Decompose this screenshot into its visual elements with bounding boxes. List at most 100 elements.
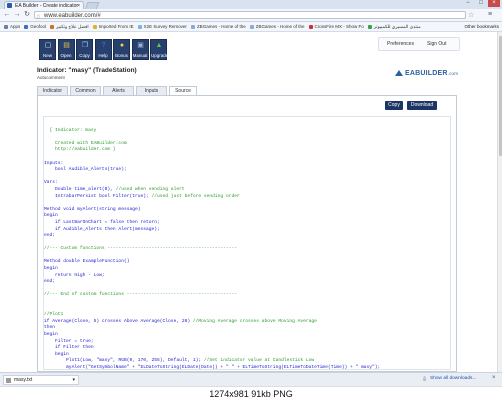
browser-tab[interactable]: EA Builder - Create indicator × [4,1,84,9]
bookmark-item[interactable]: منتدى المسيري للكمبيوتر [367,22,421,31]
code-line: Vars: [44,180,58,186]
bookmark-icon [24,24,29,29]
download-shelf: masy.txt ▾ ⇩ Show all downloads... × [0,372,502,386]
code-line: { Indicator: masy [44,127,97,133]
menu-icon[interactable]: ≡ [488,11,492,18]
preferences-link[interactable]: Preferences [387,41,414,47]
code-line: Double time_alert(0), //used when sendin… [44,187,450,194]
toolbar-button-label: Open [60,53,72,58]
help-button[interactable]: ? Help [94,39,112,60]
download-button[interactable]: Download [407,101,437,110]
close-tab-icon[interactable]: × [77,2,80,9]
code-line: bool Audible_Alerts(true); [44,167,127,173]
copy-button[interactable]: Copy [385,101,403,110]
bulb-icon: ● [119,42,125,49]
bookmark-label: X2E Survey Remover [143,24,187,29]
source-panel: Copy Download { Indicator: masy Created … [37,95,457,372]
tab-alerts[interactable]: Alerts [103,86,134,95]
bonus-button[interactable]: ● Bonus [113,39,130,60]
open-button[interactable]: ▤ Open [57,39,75,60]
code-line: then [44,325,56,331]
chevron-down-icon[interactable]: ▾ [72,376,75,385]
bookmark-icon [190,24,195,29]
bookmark-star-icon[interactable]: ☆ [468,11,474,19]
code-comment: //used just before sending order [151,193,240,199]
bookmark-icon [92,24,97,29]
code-line: return High - Low; [44,272,105,278]
page-scrollbar[interactable] [497,32,502,372]
image-caption: 1274x981 91kb PNG [0,386,502,401]
forward-icon[interactable]: → [13,11,21,19]
code-line: myAlert("GetSymbolName" + "ELDateToStrin… [44,364,381,370]
account-box: Preferences Sign Out [378,37,460,51]
code-comment: //Set indicator value at Candlestick Low [203,358,315,364]
downloads-icon: ⇩ [422,377,428,383]
bookmark-label: افضل علاج وتكبير [56,24,89,29]
new-file-icon: ▢ [44,42,52,49]
close-window-button[interactable]: × [488,0,500,7]
code-statement: Double time_alert(0), [44,186,116,192]
bookmark-label: Geofool [30,24,47,29]
bookmark-item[interactable]: Geofool [24,22,46,31]
eabuilder-logo: EABUILDER.com [395,70,458,77]
code-line: Plot1(Low, "masy", RGB(0, 170, 255), Def… [44,358,450,365]
upgrade-button[interactable]: ▲ Upgrade [150,39,169,60]
bookmark-icon [367,24,372,29]
book-icon: ▣ [137,42,144,49]
bookmark-icon [249,24,254,29]
code-statement: Plot1(Low, "masy", RGB(0, 170, 255), Def… [44,358,204,364]
reload-icon[interactable]: ↻ [23,11,31,19]
code-line: begin [44,213,58,219]
code-line: http://eabuilder.com } [44,147,116,153]
maximize-button[interactable]: □ [475,0,487,7]
download-filename: masy.txt [14,377,33,383]
back-icon[interactable]: ← [3,11,11,19]
bookmark-item[interactable]: Apps [4,22,20,31]
bookmark-item[interactable]: ZBGames - Home of the [190,22,246,31]
manual-button[interactable]: ▣ Manual [131,39,149,60]
brand-suffix: .com [447,71,459,76]
toolbar-button-label: Upgrade [151,53,169,58]
tab-inputs[interactable]: Inputs [136,86,167,95]
bookmark-label: Imported From IE [98,24,134,29]
tab-indicator[interactable]: Indicator [37,86,68,95]
sign-out-link[interactable]: Sign Out [427,41,446,47]
bookmark-item[interactable]: X2E Survey Remover [137,22,187,31]
toolbar-button-label: New [42,53,52,58]
toolbar-button-label: Bonus [115,53,128,58]
bookmark-icon [137,24,142,29]
browser-window: EA Builder - Create indicator × − □ × ← … [0,0,502,386]
other-bookmarks[interactable]: Other bookmarks [464,22,499,31]
download-item[interactable]: masy.txt ▾ [3,375,79,385]
bookmark-item[interactable]: ZBGames - Home of the [249,22,305,31]
code-line: begin [44,332,58,337]
copy-button[interactable]: ❐ Copy [76,39,93,60]
code-line: if Filter then [44,345,94,351]
close-shelf-icon[interactable]: × [492,375,496,381]
address-bar: ← → ↻ ▯ www.eabuilder.com/# ☆ ≡ [0,9,502,22]
tab-common[interactable]: Common [70,86,101,95]
source-code-view[interactable]: { Indicator: masy Created with EABuilder… [43,116,451,370]
bookmark-icon [50,24,55,29]
bookmark-item[interactable]: افضل علاج وتكبير [50,22,89,31]
code-line: IntrabarPersist bool Filter(true); //use… [44,194,450,201]
code-statement: if Average(Close, 5) crosses Above Avera… [44,318,193,324]
url-input[interactable]: ▯ www.eabuilder.com/# [34,11,466,20]
eabuilder-favicon-icon [7,3,12,8]
minimize-button[interactable]: − [462,0,474,7]
folder-icon: ▤ [63,42,70,49]
bookmark-item[interactable]: Imported From IE [92,22,134,31]
bookmark-icon [4,24,8,29]
help-icon: ? [101,42,106,49]
code-statement: IntrabarPersist bool Filter(true); [44,193,152,199]
show-all-downloads-link[interactable]: Show all downloads... [430,376,476,381]
brand-name: EABUILDER [405,70,448,77]
new-button[interactable]: ▢ New [39,39,56,60]
code-line: Filter = true; [44,338,94,344]
code-line: if LastBarOnChart = false then return; [44,219,160,225]
bookmark-item[interactable]: CrossFire MX - Show Fo [308,22,364,31]
bookmark-label: Apps [10,24,21,29]
